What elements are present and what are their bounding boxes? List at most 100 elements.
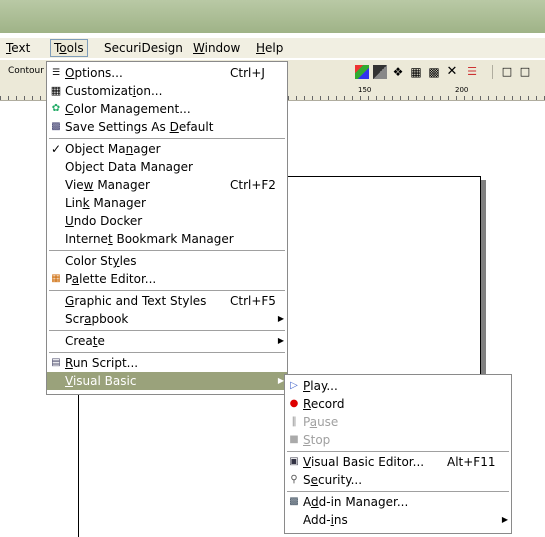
menu-item-record[interactable]: ● Record (285, 395, 511, 413)
menu-bar: Text Tools SecuriDesign Window Help (0, 38, 545, 58)
pause-icon: ‖ (291, 416, 297, 427)
key-icon: ⚲ (290, 474, 298, 485)
menu-item-add-ins[interactable]: Add-ins ▶ (285, 511, 511, 529)
menu-item-label: Create (65, 334, 105, 348)
menu-item-label: Internet Bookmark Manager (65, 232, 234, 246)
menu-item-palette-editor[interactable]: ▦ Palette Editor... (47, 270, 287, 288)
run-script-icon: ▤ (51, 357, 61, 368)
menu-item-label: Customization... (65, 84, 163, 98)
menu-item-label: Object Data Manager (65, 160, 193, 174)
tools-menu: ☰ Options... Ctrl+J ▦ Customization... ✿ Color… (46, 61, 288, 395)
lens-icon[interactable]: ☰ (465, 65, 479, 79)
menu-separator (287, 451, 509, 452)
customization-icon: ▦ (50, 84, 62, 97)
page-shadow (481, 180, 486, 374)
menu-item-label: Security... (303, 473, 363, 487)
open-icon[interactable]: □ (518, 65, 532, 79)
clear-icon[interactable]: ✕ (445, 65, 459, 79)
menu-item-label: Undo Docker (65, 214, 143, 228)
menu-item-label: View Manager (65, 178, 150, 192)
menu-item-graphic-and-text-styles[interactable]: Graphic and Text Styles Ctrl+F5 (47, 292, 287, 310)
menu-help[interactable]: Help (253, 40, 286, 56)
menu-item-label: Visual Basic (65, 374, 137, 388)
stop-icon: ■ (289, 434, 299, 445)
menu-item-options[interactable]: ☰ Options... Ctrl+J (47, 64, 287, 82)
menu-item-object-manager[interactable]: ✓ Object Manager (47, 140, 287, 158)
menu-item-pause: ‖ Pause (285, 413, 511, 431)
menu-item-undo-docker[interactable]: Undo Docker (47, 212, 287, 230)
menu-item-shortcut: Alt+F11 (447, 455, 496, 469)
extrude-icon[interactable]: ▩ (427, 65, 441, 79)
menu-item-color-styles[interactable]: Color Styles (47, 252, 287, 270)
submenu-arrow-icon: ▶ (277, 336, 284, 345)
blend-icon[interactable]: ❖ (391, 65, 405, 79)
menu-item-label: Link Manager (65, 196, 146, 210)
menu-item-label: Graphic and Text Styles (65, 294, 207, 308)
menu-item-run-script[interactable]: ▤ Run Script... (47, 354, 287, 372)
menu-item-object-data-manager[interactable]: Object Data Manager (47, 158, 287, 176)
menu-item-shortcut: Ctrl+J (230, 66, 265, 80)
menu-item-label: Save Settings As Default (65, 120, 214, 134)
menu-item-link-manager[interactable]: Link Manager (47, 194, 287, 212)
save-settings-icon: ▩ (51, 121, 61, 132)
submenu-arrow-icon: ▶ (501, 515, 508, 524)
menu-item-create[interactable]: Create ▶ (47, 332, 287, 350)
menu-securidesign[interactable]: SecuriDesign (101, 40, 186, 56)
menu-item-stop: ■ Stop (285, 431, 511, 449)
menu-item-shortcut: Ctrl+F2 (230, 178, 276, 192)
menu-item-visual-basic-editor[interactable]: ▣ Visual Basic Editor... Alt+F11 (285, 453, 511, 471)
menu-item-view-manager[interactable]: View Manager Ctrl+F2 (47, 176, 287, 194)
menu-tools[interactable]: Tools (50, 39, 88, 57)
menu-item-label: Add-ins (303, 513, 348, 527)
contour-label: Contour (8, 66, 44, 76)
color-icon[interactable] (355, 65, 369, 79)
menu-item-scrapbook[interactable]: Scrapbook ▶ (47, 310, 287, 328)
menu-item-visual-basic[interactable]: Visual Basic ▶ (47, 372, 287, 390)
menu-item-label: Palette Editor... (65, 272, 157, 286)
options-icon: ☰ (51, 68, 61, 78)
menu-item-label: Visual Basic Editor... (303, 455, 425, 469)
menu-item-label: Run Script... (65, 356, 139, 370)
menu-separator (49, 352, 285, 353)
menu-item-save-settings-as-default[interactable]: ▩ Save Settings As Default (47, 118, 287, 136)
menu-item-color-management[interactable]: ✿ Color Management... (47, 100, 287, 118)
ruler-label-200: 200 (455, 86, 469, 94)
menu-item-customization[interactable]: ▦ Customization... (47, 82, 287, 100)
visual-basic-submenu: ▷ Play... ● Record ‖ Pause ■ Stop ▣ Visual Basic … (284, 374, 512, 534)
envelope-icon[interactable]: ▦ (409, 65, 423, 79)
menu-item-internet-bookmark-manager[interactable]: Internet Bookmark Manager (47, 230, 287, 248)
menu-item-add-in-manager[interactable]: ▩ Add-in Manager... (285, 493, 511, 511)
record-icon: ● (289, 398, 299, 409)
menu-item-label: Record (303, 397, 345, 411)
menu-item-label: Options... (65, 66, 123, 80)
addin-manager-icon: ▩ (289, 496, 299, 507)
menu-window[interactable]: Window (190, 40, 243, 56)
menu-item-shortcut: Ctrl+F5 (230, 294, 276, 308)
menu-item-security[interactable]: ⚲ Security... (285, 471, 511, 489)
play-icon: ▷ (290, 380, 298, 391)
menu-separator (49, 290, 285, 291)
menu-separator (49, 138, 285, 139)
menu-separator (49, 250, 285, 251)
palette-editor-icon: ▦ (51, 273, 61, 284)
menu-item-label: Color Styles (65, 254, 137, 268)
menu-item-label: Object Manager (65, 142, 161, 156)
menu-text[interactable]: Text (3, 40, 33, 56)
shadow-icon[interactable] (373, 65, 387, 79)
vb-editor-icon: ▣ (289, 456, 299, 467)
color-management-icon: ✿ (51, 103, 61, 114)
menu-item-label: Stop (303, 433, 331, 447)
menu-item-label: Add-in Manager... (303, 495, 409, 509)
checkmark-icon: ✓ (50, 142, 62, 156)
menu-separator (49, 330, 285, 331)
menu-item-label: Color Management... (65, 102, 191, 116)
title-bar (0, 0, 545, 33)
menu-item-play[interactable]: ▷ Play... (285, 377, 511, 395)
new-document-icon[interactable]: □ (500, 65, 514, 79)
ruler-label-150: 150 (358, 86, 372, 94)
menu-item-label: Scrapbook (65, 312, 129, 326)
submenu-arrow-icon: ▶ (277, 314, 284, 323)
menu-item-label: Pause (303, 415, 339, 429)
menu-item-label: Play... (303, 379, 338, 393)
menu-separator (287, 491, 509, 492)
